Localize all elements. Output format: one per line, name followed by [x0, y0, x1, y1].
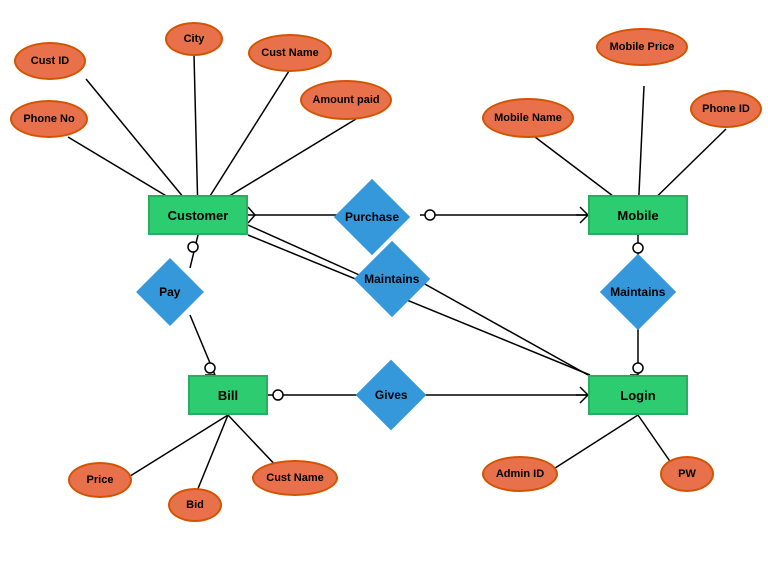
er-diagram: Customer Mobile Bill Login Purchase Pay … — [0, 0, 768, 565]
attr-pw: PW — [660, 456, 714, 492]
attr-price: Price — [68, 462, 132, 498]
entity-login: Login — [588, 375, 688, 415]
attr-phone-no: Phone No — [10, 100, 88, 138]
attr-amount-paid: Amount paid — [300, 80, 392, 120]
attr-cust-name-bill: Cust Name — [252, 460, 338, 496]
entity-customer: Customer — [148, 195, 248, 235]
attr-admin-id: Admin ID — [482, 456, 558, 492]
attr-mobile-price: Mobile Price — [596, 28, 688, 66]
attr-mobile-name: Mobile Name — [482, 98, 574, 138]
attr-phone-id: Phone ID — [690, 90, 762, 128]
attr-cust-id: Cust ID — [14, 42, 86, 80]
entity-bill: Bill — [188, 375, 268, 415]
entity-mobile: Mobile — [588, 195, 688, 235]
attr-city: City — [165, 22, 223, 56]
attr-cust-name-top: Cust Name — [248, 34, 332, 72]
attr-bid: Bid — [168, 488, 222, 522]
